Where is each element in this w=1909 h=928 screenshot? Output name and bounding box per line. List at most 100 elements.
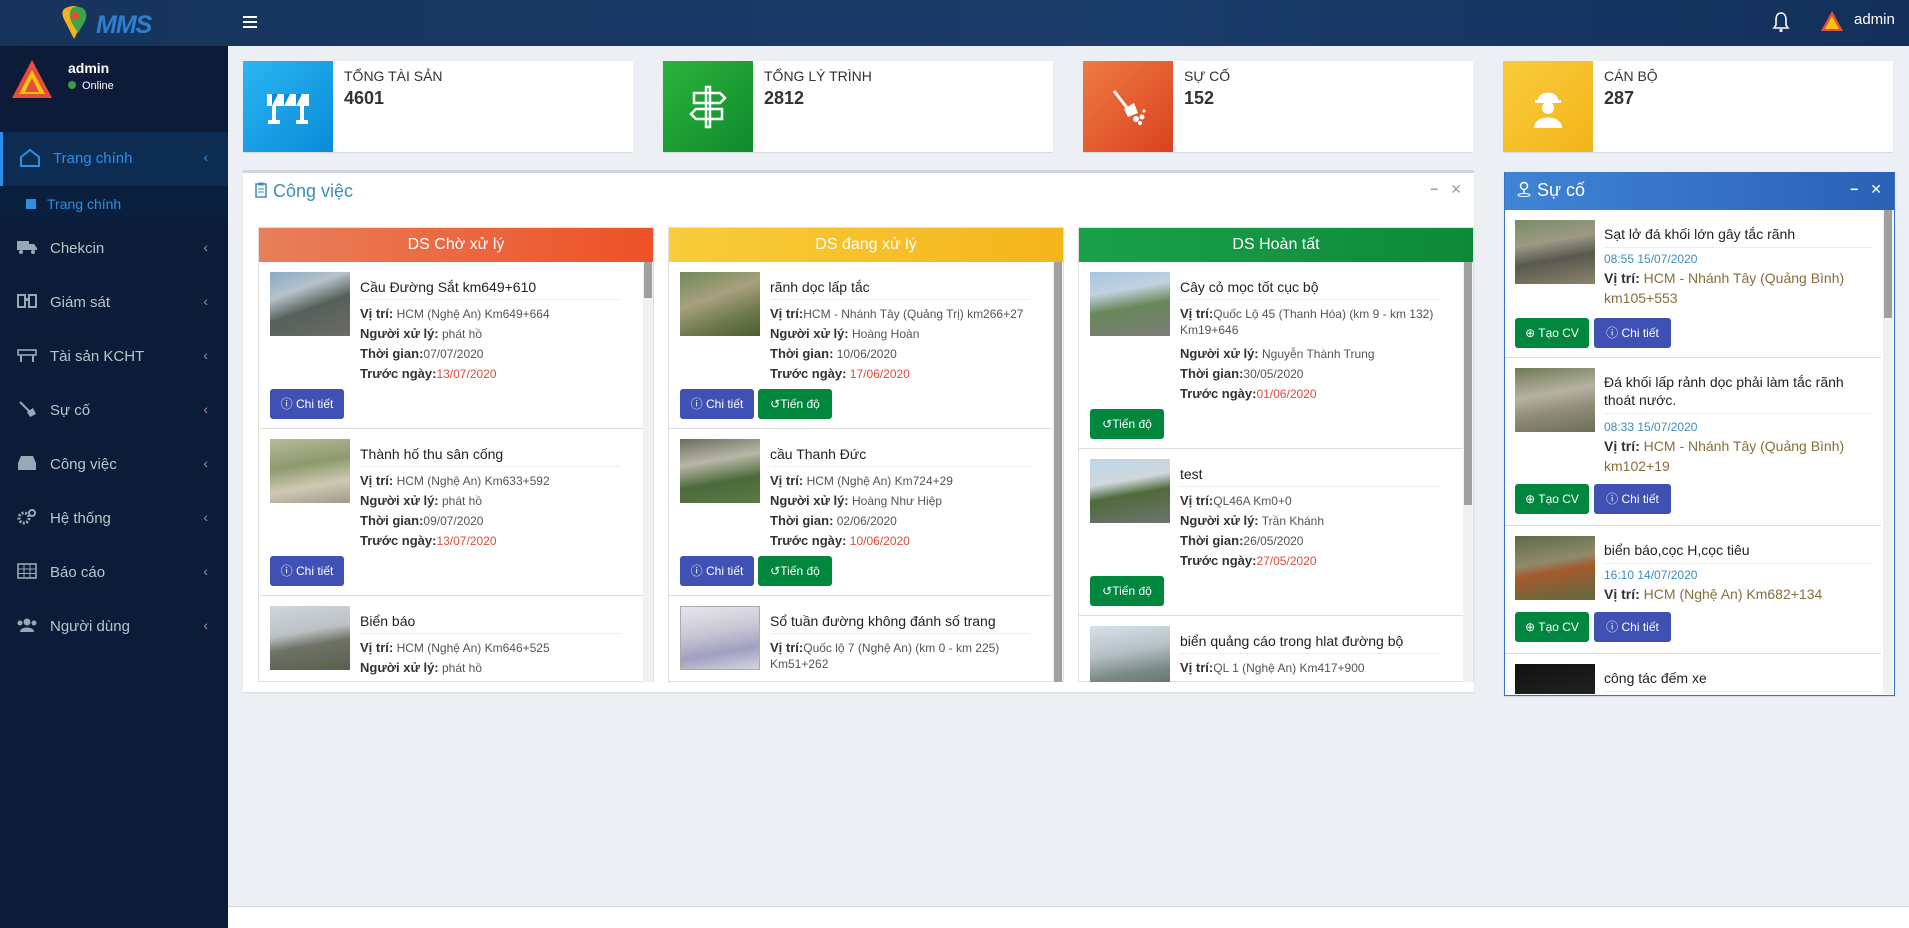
sidebar-menu: Trang chính ‹ Trang chính Chekcin ‹ Giám… <box>0 116 228 654</box>
scrollbar[interactable] <box>643 262 653 682</box>
task-handler: Người xử lý: Trần Khánh <box>1180 513 1460 529</box>
minimize-icon[interactable]: − <box>1430 181 1438 197</box>
sidebar-item-nguoi-dung[interactable]: Người dùng ‹ <box>0 600 228 654</box>
due-value: 13/07/2020 <box>436 534 497 548</box>
detail-button[interactable]: ⓘ Chi tiết <box>680 389 754 419</box>
detail-button[interactable]: ⓘ Chi tiết <box>1594 612 1671 642</box>
sidebar-item-bao-cao[interactable]: Báo cáo ‹ <box>0 546 228 600</box>
task-location: Vị trí:Quốc lộ 7 (Nghệ An) (km 0 - km 22… <box>770 640 1050 672</box>
sidebar-item-giam-sat[interactable]: Giám sát ‹ <box>0 276 228 330</box>
incident-title[interactable]: công tác đếm xe <box>1604 669 1872 692</box>
incident-panel-title: Sự cố <box>1517 180 1585 201</box>
progress-button[interactable]: ↺Tiến độ <box>758 389 832 419</box>
incident-photo <box>1515 664 1595 694</box>
stat-value: 2812 <box>764 88 805 108</box>
close-icon[interactable]: ✕ <box>1870 181 1882 197</box>
scrollbar[interactable] <box>1053 262 1063 682</box>
incident-title[interactable]: biển báo,cọc H,cọc tiêu <box>1604 541 1872 564</box>
task-title[interactable]: test <box>1180 466 1440 487</box>
info-icon: ⓘ <box>280 397 293 411</box>
sidebar-item-tai-san-kcht[interactable]: Tài sản KCHT ‹ <box>0 330 228 384</box>
stat-label: TỔNG TÀI SẢN <box>344 68 443 84</box>
time-value: 09/07/2020 <box>423 514 484 528</box>
task-title[interactable]: rãnh dọc lấp tắc <box>770 279 1030 300</box>
stat-total-routes: TỔNG LÝ TRÌNH 2812 <box>663 61 1053 152</box>
scrollbar-thumb[interactable] <box>1884 210 1892 318</box>
box-tools: − ✕ <box>1850 181 1882 198</box>
sidebar-subitem-trang-chinh[interactable]: Trang chính <box>0 186 228 222</box>
detail-button[interactable]: ⓘ Chi tiết <box>680 556 754 586</box>
location-label: Vị trí: <box>770 473 804 488</box>
column-in-progress: DS đang xử lý rãnh dọc lấp tắc Vị trí:HC… <box>668 227 1064 682</box>
task-location: Vị trí: HCM (Nghệ An) Km724+29 <box>770 473 1050 489</box>
incident-title-text: Sự cố <box>1537 180 1586 200</box>
task-time: Thời gian:07/07/2020 <box>360 346 640 362</box>
info-icon: ⓘ <box>1606 326 1619 340</box>
task-handler: Người xử lý: Nguyễn Thành Trung <box>1180 346 1460 362</box>
progress-button[interactable]: ↺Tiến độ <box>758 556 832 586</box>
scrollbar[interactable] <box>1883 210 1893 694</box>
scrollbar-thumb[interactable] <box>644 262 652 298</box>
user-avatar-icon[interactable] <box>1820 9 1844 33</box>
progress-button[interactable]: ↺Tiến độ <box>1090 576 1164 606</box>
stat-label: CÁN BỘ <box>1604 68 1658 84</box>
location-value: HCM (Nghệ An) Km646+525 <box>396 641 550 655</box>
handler-label: Người xử lý: <box>770 493 849 508</box>
close-icon[interactable]: ✕ <box>1450 181 1462 197</box>
task-photo <box>1090 459 1170 523</box>
button-label: Chi tiết <box>296 397 334 411</box>
sidebar-toggle-icon[interactable] <box>238 11 262 35</box>
progress-button[interactable]: ↺Tiến độ <box>1090 409 1164 439</box>
task-due: Trước ngày:13/07/2020 <box>360 533 640 549</box>
due-value: 10/06/2020 <box>849 534 910 548</box>
task-title[interactable]: Thành hố thu sân cống <box>360 446 620 467</box>
task-title[interactable]: biển quảng cáo trong hlat đường bộ <box>1180 633 1440 654</box>
status-dot-icon <box>68 81 76 89</box>
location-label: Vị trí: <box>770 306 804 321</box>
sidebar-item-he-thong[interactable]: Hệ thống ‹ <box>0 492 228 546</box>
task-due: Trước ngày: 17/06/2020 <box>770 366 1050 382</box>
top-user-name[interactable]: admin <box>1854 11 1895 28</box>
create-task-button[interactable]: ⊕ Tạo CV <box>1515 484 1589 514</box>
sidebar-item-cong-viec[interactable]: Công việc ‹ <box>0 438 228 492</box>
create-task-button[interactable]: ⊕ Tạo CV <box>1515 612 1589 642</box>
task-photo <box>270 272 350 336</box>
button-label: Chi tiết <box>296 564 334 578</box>
task-title[interactable]: Sổ tuần đường không đánh số trang <box>770 613 1030 634</box>
task-title[interactable]: cầu Thanh Đức <box>770 446 1030 467</box>
location-value: Quốc lộ 7 (Nghệ An) (km 0 - km 225) Km51… <box>770 641 1000 671</box>
sidebar-item-trang-chinh[interactable]: Trang chính ‹ <box>0 132 228 186</box>
avatar <box>10 58 54 102</box>
scrollbar-thumb[interactable] <box>1464 262 1472 505</box>
detail-button[interactable]: ⓘ Chi tiết <box>1594 484 1671 514</box>
task-title[interactable]: Cây cỏ mọc tốt cục bộ <box>1180 279 1440 300</box>
task-title[interactable]: Biển báo <box>360 613 620 634</box>
square-icon <box>26 199 36 209</box>
chevron-left-icon: ‹ <box>203 149 208 165</box>
detail-button[interactable]: ⓘ Chi tiết <box>1594 318 1671 348</box>
task-title[interactable]: Cầu Đường Sắt km649+610 <box>360 279 620 300</box>
create-task-button[interactable]: ⊕ Tạo CV <box>1515 318 1589 348</box>
task-due: Trước ngày:13/07/2020 <box>360 366 640 382</box>
time-value: 30/05/2020 <box>1243 367 1304 381</box>
detail-button[interactable]: ⓘ Chi tiết <box>270 389 344 419</box>
incident-title[interactable]: Sạt lở đá khối lớn gây tắc rãnh <box>1604 225 1872 248</box>
work-panel: Công việc − ✕ DS Chờ xử lý Cầu Đường Sắt … <box>243 170 1474 692</box>
detail-button[interactable]: ⓘ Chi tiết <box>270 556 344 586</box>
plus-circle-icon: ⊕ <box>1525 620 1536 634</box>
scrollbar[interactable] <box>1463 262 1473 682</box>
incident-title[interactable]: Đá khối lấp rảnh dọc phải làm tắc rãnh t… <box>1604 373 1872 414</box>
incident-time: 08:33 15/07/2020 <box>1604 420 1698 434</box>
app-logo[interactable]: MMS <box>60 5 180 41</box>
minimize-icon[interactable]: − <box>1850 181 1858 197</box>
bell-icon[interactable] <box>1770 10 1792 34</box>
incident-location: Vị trí: HCM (Nghệ An) Km682+134 <box>1604 584 1874 604</box>
scrollbar-thumb[interactable] <box>1054 262 1062 682</box>
location-value: Quốc Lộ 45 (Thanh Hóa) (km 9 - km 132) K… <box>1180 307 1434 337</box>
sidebar-item-su-co[interactable]: Sự cố ‹ <box>0 384 228 438</box>
task-location: Vị trí:HCM - Nhánh Tây (Quảng Trị) km266… <box>770 306 1050 322</box>
location-value: QL46A Km0+0 <box>1213 494 1292 508</box>
sidebar-item-chekcin[interactable]: Chekcin ‹ <box>0 222 228 276</box>
incident-time: 08:55 15/07/2020 <box>1604 252 1698 266</box>
history-icon: ↺ <box>770 397 781 411</box>
